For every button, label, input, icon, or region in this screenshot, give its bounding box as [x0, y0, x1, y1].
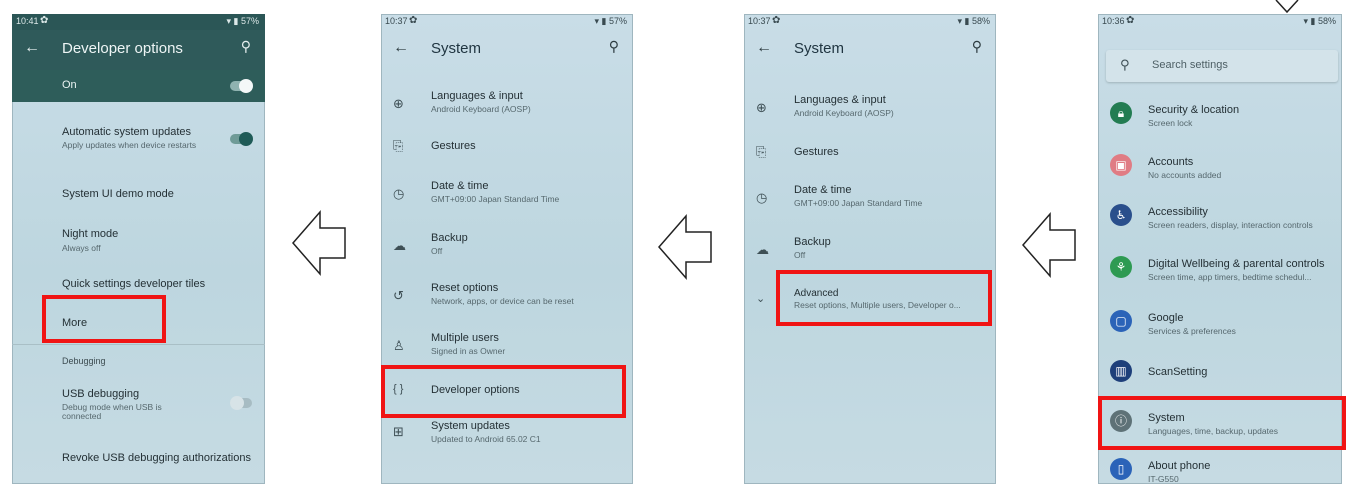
usb-debugging-toggle[interactable] — [230, 396, 252, 410]
list-item[interactable]: Night mode Always off — [12, 226, 265, 256]
phone-icon: ▯ — [1110, 458, 1132, 480]
auto-updates-toggle[interactable] — [230, 132, 253, 146]
list-item[interactable]: Revoke USB debugging authorizations — [12, 450, 265, 470]
scan-icon: ▥ — [1110, 360, 1132, 382]
back-arrow-icon[interactable]: ← — [393, 39, 409, 57]
highlight-system — [1098, 396, 1346, 450]
clock-icon: ◷ — [756, 190, 768, 205]
master-toggle[interactable] — [230, 79, 253, 93]
gestures-icon: ⎘ — [393, 138, 404, 153]
master-switch-bar[interactable]: On — [12, 70, 265, 102]
accessibility-icon: ♿︎ — [1110, 204, 1132, 226]
wellbeing-icon: ⚘ — [1110, 256, 1132, 278]
list-item[interactable]: System UI demo mode — [12, 186, 265, 206]
search-placeholder: Search settings — [1152, 59, 1228, 71]
app-bar: ← System ⚲ — [381, 30, 633, 70]
status-bar: 10:37 ✿ ▾ ▮ 57% — [385, 15, 627, 26]
page-title: System — [794, 40, 845, 57]
left-arrow-icon — [1022, 211, 1076, 279]
search-icon: ⚲ — [1120, 57, 1130, 72]
page-title: System — [431, 40, 482, 57]
account-icon: ▣ — [1110, 154, 1132, 176]
search-bar[interactable]: ⚲ Search settings — [1106, 50, 1338, 82]
app-bar: ← Developer options ⚲ — [12, 30, 265, 70]
globe-icon: ⊕ — [393, 96, 404, 111]
search-icon[interactable]: ⚲ — [972, 38, 982, 55]
list-item[interactable]: USB debugging Debug mode when USB is con… — [12, 386, 265, 426]
status-time: 10:41 — [16, 16, 39, 26]
divider — [12, 344, 265, 345]
system-update-icon: ⊞ — [393, 424, 404, 439]
clock-icon: ◷ — [393, 186, 405, 201]
gear-icon: ✿ — [40, 15, 49, 26]
reset-icon: ↺ — [393, 288, 404, 303]
list-item[interactable]: Automatic system updates Apply updates w… — [12, 124, 265, 164]
app-bar: ← System ⚲ — [744, 30, 996, 70]
globe-icon: ⊕ — [756, 100, 767, 115]
list-item[interactable]: Quick settings developer tiles — [12, 276, 265, 296]
back-arrow-icon[interactable]: ← — [756, 39, 772, 57]
status-bar: 10:36 ✿ ▾ ▮ 58% — [1102, 15, 1336, 26]
phone-developer-options: 10:41 ✿ ▾ ▮ 57% ← Developer options ⚲ On… — [12, 14, 265, 484]
lock-icon: 🔒︎ — [1110, 102, 1132, 124]
person-icon: ♙ — [393, 338, 405, 353]
status-bar: 10:41 ✿ ▾ ▮ 57% — [12, 14, 265, 30]
status-bar: 10:37 ✿ ▾ ▮ 58% — [748, 15, 990, 26]
gear-icon: ✿ — [1126, 15, 1135, 26]
section-header: Debugging — [62, 356, 106, 366]
cloud-backup-icon: ☁ — [756, 242, 769, 257]
google-icon: ▢ — [1110, 310, 1132, 332]
highlight-more — [42, 295, 166, 343]
highlight-developer-options — [381, 365, 626, 418]
gear-icon: ✿ — [772, 15, 781, 26]
cloud-backup-icon: ☁ — [393, 238, 406, 253]
phone-system-collapsed: 10:37 ✿ ▾ ▮ 58% ← System ⚲ ⊕ Languages &… — [744, 14, 996, 484]
left-arrow-icon — [658, 213, 712, 281]
on-label: On — [62, 79, 77, 91]
page-title: Developer options — [62, 40, 183, 57]
gear-icon: ✿ — [409, 15, 418, 26]
search-icon[interactable]: ⚲ — [241, 38, 251, 55]
highlight-advanced — [776, 270, 992, 326]
gestures-icon: ⎘ — [756, 144, 767, 159]
search-icon[interactable]: ⚲ — [609, 38, 619, 55]
back-arrow-icon[interactable]: ← — [24, 39, 40, 57]
left-arrow-icon — [292, 209, 346, 277]
chevron-down-icon: ⌄ — [756, 293, 766, 305]
battery-level: ▾ ▮ 57% — [226, 16, 260, 26]
